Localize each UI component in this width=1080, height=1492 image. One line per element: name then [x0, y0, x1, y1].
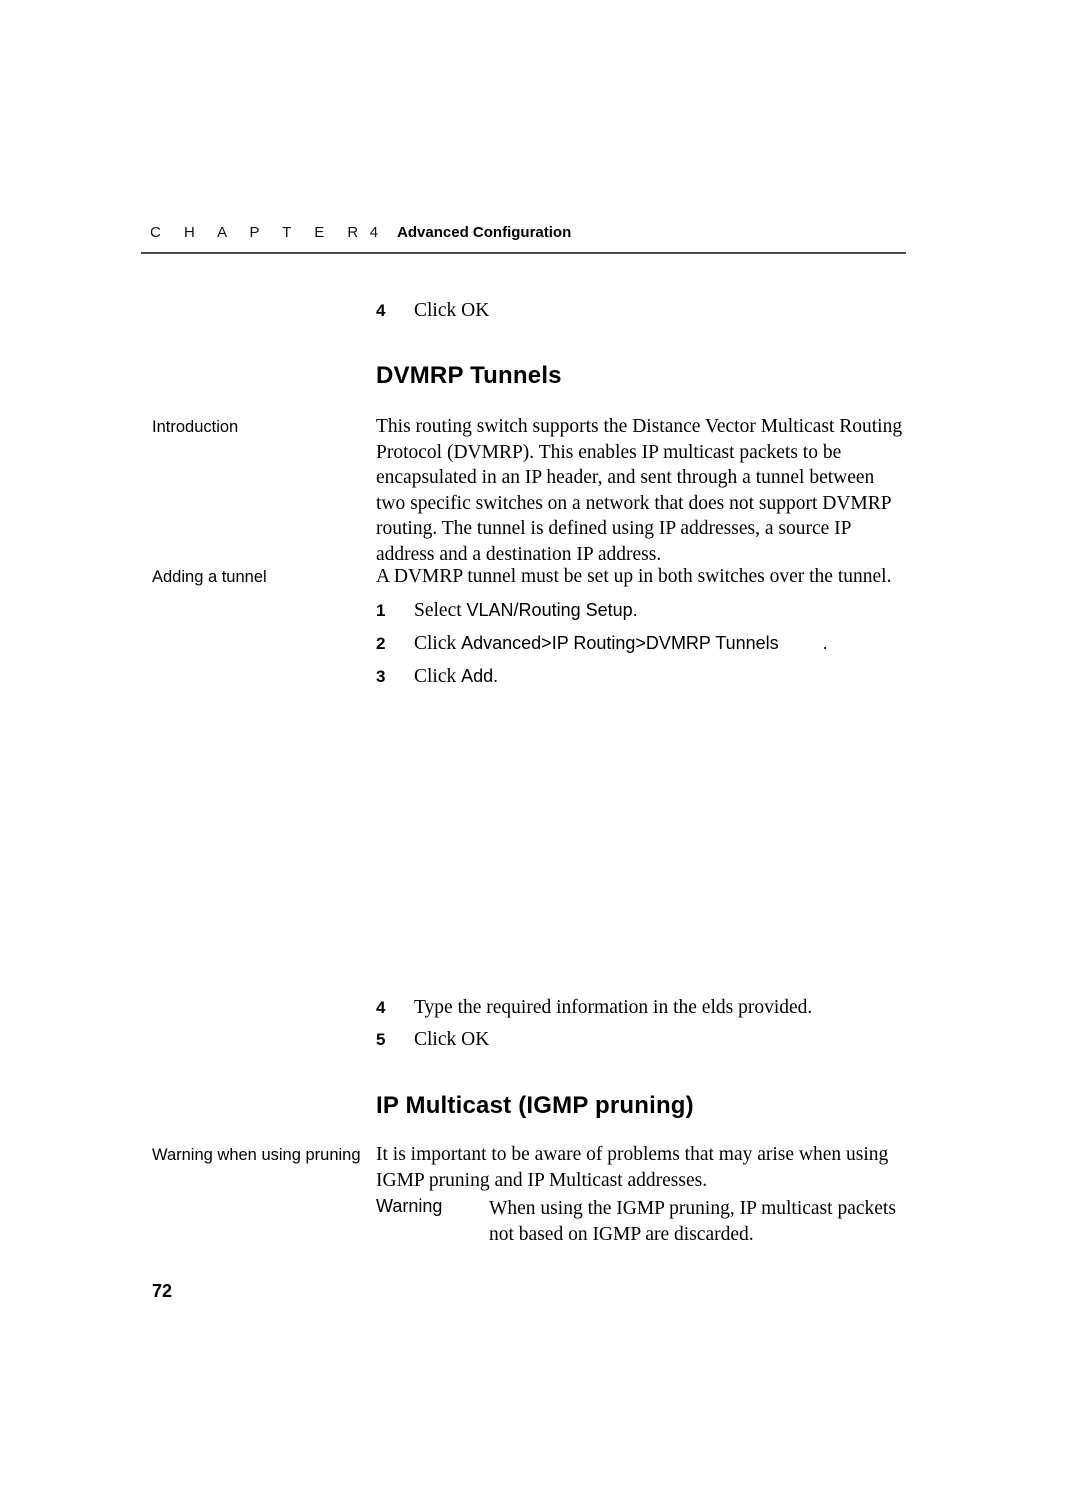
warning-callout: Warning When using the IGMP pruning, IP …	[376, 1196, 916, 1247]
step-number: 5	[376, 1030, 386, 1049]
step-lead: Click	[414, 666, 462, 687]
section-heading-ip-multicast: IP Multicast (IGMP pruning)	[376, 1092, 694, 1119]
step-item-2: 2 Click Advanced>IP Routing>DVMRP Tunnel…	[376, 631, 916, 656]
paragraph-introduction: This routing switch supports the Distanc…	[376, 416, 903, 565]
step-number: 1	[376, 601, 386, 620]
chapter-header: C H A P T E R 4 Advanced Configuration	[150, 224, 571, 241]
step-number: 3	[376, 667, 386, 686]
step-text: Type the required information in the eld…	[414, 997, 813, 1018]
page-number: 72	[152, 1281, 173, 1301]
chapter-title: Advanced Configuration	[397, 224, 572, 241]
paragraph-adding-a-tunnel: A DVMRP tunnel must be set up in both sw…	[376, 566, 892, 587]
step-item-3: 3 Click Add.	[376, 664, 916, 689]
figure-placeholder	[376, 700, 908, 970]
warning-text: When using the IGMP pruning, IP multicas…	[489, 1198, 896, 1245]
step-text: Click OK	[414, 1029, 490, 1050]
step-ui-path: Add.	[461, 666, 499, 686]
sidebar-label-adding-a-tunnel: Adding a tunnel	[152, 568, 267, 586]
warning-label: Warning	[376, 1196, 443, 1216]
sidebar-label-introduction: Introduction	[152, 418, 239, 436]
header-divider	[141, 252, 906, 254]
step-text: Click Advanced>IP Routing>DVMRP Tunnels.	[414, 631, 828, 656]
paragraph-warning-when-using-pruning: It is important to be aware of problems …	[376, 1144, 889, 1191]
section-heading-dvmrp: DVMRP Tunnels	[376, 362, 562, 389]
sidebar-label-warning-when-using-pruning: Warning when using pruning	[152, 1146, 361, 1164]
step-number: 4	[376, 998, 386, 1017]
chapter-number: 4	[369, 224, 379, 241]
step-item-5: 5 Click OK	[376, 1027, 916, 1052]
step-item-4: 4 Type the required information in the e…	[376, 995, 916, 1020]
step-item-continued: 4 Click OK	[376, 298, 916, 323]
step-text: Click OK	[414, 300, 490, 321]
step-lead: Select	[414, 600, 467, 621]
step-number: 2	[376, 634, 386, 653]
step-text: Click Add.	[414, 664, 498, 689]
chapter-word: C H A P T E R	[150, 224, 368, 241]
step-trailing-period: .	[822, 633, 828, 653]
step-item-1: 1 Select VLAN/Routing Setup.	[376, 598, 916, 623]
step-ui-path: VLAN/Routing Setup.	[466, 600, 638, 620]
step-text: Select VLAN/Routing Setup.	[414, 598, 638, 623]
step-ui-path: Advanced>IP Routing>DVMRP Tunnels	[461, 633, 779, 653]
document-page: C H A P T E R 4 Advanced Configuration 4…	[0, 0, 1080, 1492]
step-number: 4	[376, 301, 386, 320]
step-lead: Click	[414, 633, 462, 654]
